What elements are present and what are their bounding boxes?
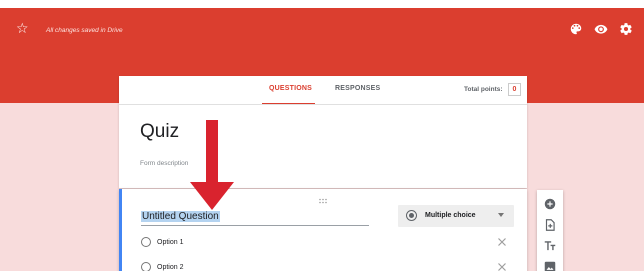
option-2-radio — [141, 262, 151, 271]
question-type-label: Multiple choice — [425, 212, 476, 219]
star-icon[interactable]: ☆ — [16, 22, 30, 36]
eye-icon[interactable] — [594, 22, 608, 36]
add-question-icon[interactable] — [543, 197, 557, 211]
annotation-arrow — [190, 120, 234, 210]
option-2-label[interactable]: Option 2 — [157, 264, 183, 271]
remove-option-1-icon[interactable] — [497, 237, 507, 247]
total-points-label: Total points: — [464, 86, 503, 93]
total-points-value[interactable]: 0 — [508, 83, 521, 96]
import-questions-icon[interactable] — [543, 218, 557, 232]
question-type-dropdown[interactable]: Multiple choice — [398, 205, 514, 227]
drag-handle-icon[interactable] — [318, 191, 328, 204]
question-title-underline — [141, 225, 369, 226]
form-header-card: QUESTIONS RESPONSES Total points: 0 Quiz… — [119, 76, 527, 188]
multiple-choice-icon — [406, 210, 417, 221]
dropdown-caret-icon — [498, 213, 504, 217]
form-title[interactable]: Quiz — [140, 121, 179, 143]
tabs-divider — [119, 104, 527, 105]
add-title-icon[interactable] — [543, 239, 557, 253]
tab-responses[interactable]: RESPONSES — [335, 85, 380, 92]
gear-icon[interactable] — [619, 22, 633, 36]
side-toolbar — [537, 190, 563, 271]
option-1-radio — [141, 237, 151, 247]
form-description-field[interactable]: Form description — [140, 160, 188, 167]
save-status: All changes saved in Drive — [46, 27, 123, 34]
question-title-input[interactable]: Untitled Question — [141, 211, 220, 222]
add-image-icon[interactable] — [543, 260, 557, 271]
remove-option-2-icon[interactable] — [497, 262, 507, 271]
tab-questions[interactable]: QUESTIONS — [269, 85, 312, 92]
focus-accent-bar — [119, 189, 122, 271]
forms-editor: ☆ All changes saved in Drive QUESTIONS R… — [0, 0, 644, 271]
question-card[interactable]: Untitled Question Multiple choice Option… — [119, 189, 527, 271]
palette-icon[interactable] — [569, 22, 583, 36]
option-1-label[interactable]: Option 1 — [157, 239, 183, 246]
